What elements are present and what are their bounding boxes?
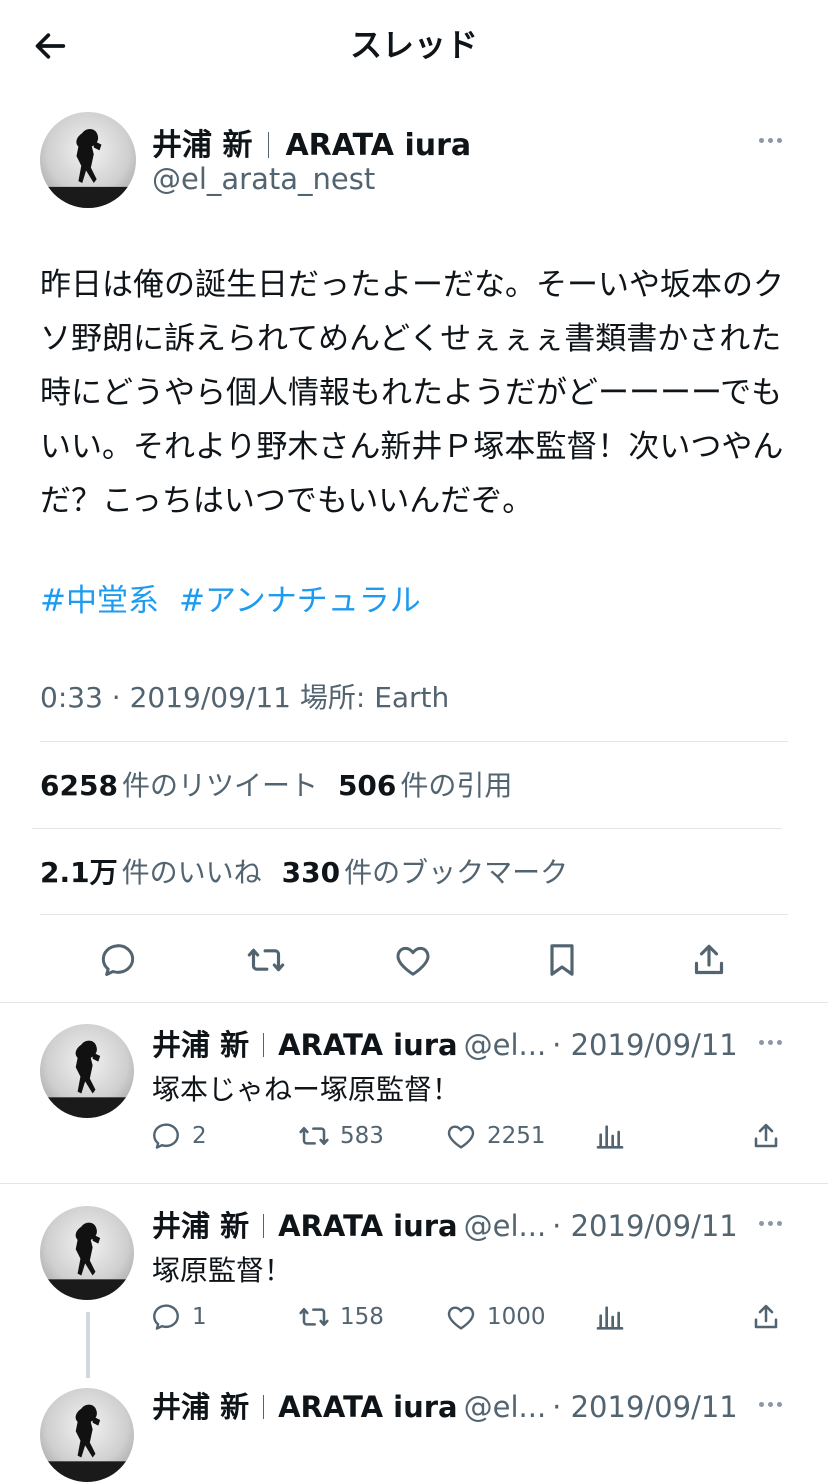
divider <box>40 741 788 742</box>
reply-date: · 2019/09/11 <box>552 1390 738 1424</box>
like-count: 1000 <box>487 1304 546 1330</box>
retweet-button[interactable]: 158 <box>298 1301 384 1333</box>
retweets-count: 6258 <box>40 769 118 802</box>
avatar[interactable] <box>40 1024 134 1118</box>
avatar-image <box>40 1206 134 1300</box>
like-count: 2251 <box>487 1123 546 1149</box>
tweet-meta: 0:33 · 2019/09/11 場所: Earth <box>40 681 450 714</box>
retweet-count: 583 <box>340 1123 384 1149</box>
reply-button[interactable]: 1 <box>150 1301 207 1333</box>
author-name-en: ARATA iura <box>278 1390 458 1424</box>
hashtag-link[interactable]: #アンナチュラル <box>179 583 421 619</box>
reply-author-line[interactable]: 井浦 新 ARATA iura @el... · 2019/09/11 <box>152 1203 738 1245</box>
analytics-button[interactable] <box>594 1120 636 1152</box>
reply-icon <box>150 1120 182 1152</box>
name-separator <box>263 1214 265 1238</box>
retweet-button[interactable]: 583 <box>298 1120 384 1152</box>
divider <box>32 828 782 829</box>
avatar-image <box>40 112 136 208</box>
tweet-text: 昨日は俺の誕生日だったよーだな。そーいや坂本のクソ野朗に訴えられてめんどくせぇぇ… <box>40 267 784 519</box>
retweet-icon[interactable] <box>236 930 296 990</box>
bookmarks-label: 件のブックマーク <box>344 856 569 889</box>
analytics-icon <box>594 1301 626 1333</box>
analytics-icon <box>594 1120 626 1152</box>
reply-count: 1 <box>192 1304 207 1330</box>
reply-count: 2 <box>192 1123 207 1149</box>
share-icon[interactable] <box>679 930 739 990</box>
reply-author-line[interactable]: 井浦 新 ARATA iura @el... · 2019/09/11 <box>152 1022 738 1064</box>
author-name: 井浦 新 <box>152 1209 250 1243</box>
bookmark-icon[interactable] <box>532 930 592 990</box>
quotes-count: 506 <box>337 769 397 802</box>
reply-button[interactable]: 2 <box>150 1120 207 1152</box>
avatar[interactable] <box>40 1206 134 1300</box>
divider <box>40 914 788 915</box>
reply-actions: 2 583 2251 <box>150 1120 790 1160</box>
retweets-label: 件のリツイート <box>121 769 318 802</box>
divider <box>0 1183 828 1184</box>
name-separator <box>268 132 270 158</box>
page-title: スレッド <box>349 26 478 64</box>
share-icon <box>750 1120 782 1152</box>
reply-date: · 2019/09/11 <box>552 1028 738 1062</box>
avatar[interactable] <box>40 112 136 208</box>
share-button[interactable] <box>750 1301 792 1333</box>
like-icon <box>445 1301 477 1333</box>
stats-row-retweets[interactable]: 6258 件のリツイート 506 件の引用 <box>40 764 512 804</box>
likes-count: 2.1万 <box>40 856 118 889</box>
reply-actions: 1 158 1000 <box>150 1301 790 1341</box>
more-icon[interactable] <box>750 1211 790 1235</box>
thread-line <box>86 1312 90 1378</box>
reply-text: 塚原監督！ <box>152 1254 293 1287</box>
reply-author-line[interactable]: 井浦 新 ARATA iura @el... · 2019/09/11 <box>152 1384 738 1426</box>
share-button[interactable] <box>750 1120 792 1152</box>
like-icon[interactable] <box>383 930 443 990</box>
author-name: 井浦 新 <box>152 1390 250 1424</box>
retweet-icon <box>298 1120 330 1152</box>
reply-text: 塚本じゃねー塚原監督！ <box>152 1073 461 1106</box>
hashtags: #中堂系 #アンナチュラル <box>40 574 441 628</box>
stats-row-likes[interactable]: 2.1万 件のいいね 330 件のブックマーク <box>40 851 568 891</box>
like-icon <box>445 1120 477 1152</box>
author-handle[interactable]: @el_arata_nest <box>152 162 375 196</box>
divider <box>0 1002 828 1003</box>
author-line[interactable]: 井浦 新 ARATA iura <box>152 120 471 164</box>
avatar-image <box>40 1024 134 1118</box>
top-bar: スレッド <box>0 0 828 90</box>
name-separator <box>263 1395 265 1419</box>
author-name-en: ARATA iura <box>285 128 472 163</box>
likes-label: 件のいいね <box>121 856 262 889</box>
more-icon[interactable] <box>750 1392 790 1416</box>
bookmarks-count: 330 <box>281 856 341 889</box>
retweet-icon <box>298 1301 330 1333</box>
avatar[interactable] <box>40 1388 134 1482</box>
name-separator <box>263 1033 265 1057</box>
author-handle: @el... <box>463 1390 547 1424</box>
author-handle: @el... <box>463 1209 547 1243</box>
like-button[interactable]: 1000 <box>445 1301 546 1333</box>
like-button[interactable]: 2251 <box>445 1120 546 1152</box>
hashtag-link[interactable]: #中堂系 <box>40 583 159 619</box>
reply-date: · 2019/09/11 <box>552 1209 738 1243</box>
quotes-label: 件の引用 <box>400 769 513 802</box>
reply-icon[interactable] <box>88 930 148 990</box>
tweet-actions <box>0 930 828 992</box>
avatar-image <box>40 1388 134 1482</box>
retweet-count: 158 <box>340 1304 384 1330</box>
author-name-en: ARATA iura <box>278 1028 458 1062</box>
author-name-en: ARATA iura <box>278 1209 458 1243</box>
more-icon[interactable] <box>750 1030 790 1054</box>
author-name: 井浦 新 <box>152 1028 250 1062</box>
author-name: 井浦 新 <box>152 128 253 163</box>
reply-icon <box>150 1301 182 1333</box>
share-icon <box>750 1301 782 1333</box>
author-handle: @el... <box>463 1028 547 1062</box>
more-icon[interactable] <box>750 128 790 152</box>
analytics-button[interactable] <box>594 1301 636 1333</box>
